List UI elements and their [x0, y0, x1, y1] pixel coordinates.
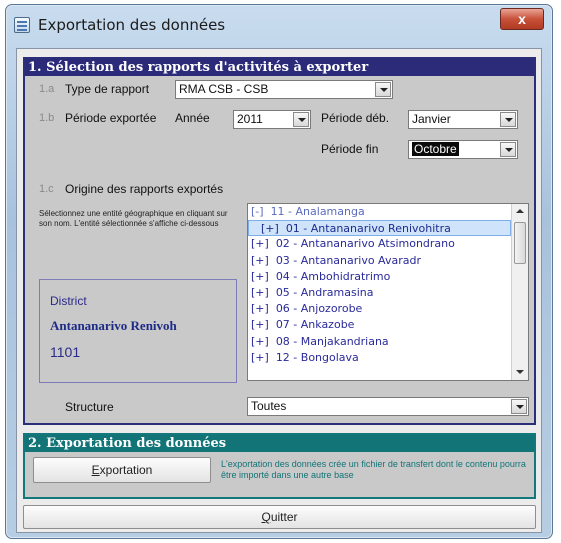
- tree-item[interactable]: [+] 04 - Ambohidratrimo: [248, 269, 511, 285]
- scroll-down-icon[interactable]: [512, 364, 528, 380]
- dialog-body: 1. Sélection des rapports d'activités à …: [16, 48, 542, 533]
- report-selection-section: 1. Sélection des rapports d'activités à …: [23, 57, 536, 425]
- step-1b: 1.b: [39, 112, 55, 124]
- period-end-label: Période fin: [321, 142, 379, 156]
- tree-item-label: 07 - Ankazobe: [275, 318, 355, 332]
- quit-button-label: Quitter: [261, 510, 298, 524]
- step-1c: 1.c: [39, 183, 54, 195]
- geo-tree[interactable]: [-] 11 - Analamanga [+] 01 - Antananarivo R…: [247, 203, 529, 381]
- tree-item-label: 01 - Antananarivo Renivohitra: [285, 222, 451, 236]
- tree-item[interactable]: [+] 03 - Antananarivo Avaradr: [248, 253, 511, 269]
- tree-item[interactable]: [+] 12 - Bongolava: [248, 350, 511, 366]
- tree-item[interactable]: [+] 02 - Antananarivo Atsimondrano: [248, 236, 511, 252]
- report-type-value: RMA CSB - CSB: [179, 82, 269, 96]
- export-button[interactable]: Exportation: [33, 457, 211, 483]
- year-select[interactable]: 2011: [233, 110, 311, 129]
- tree-item-label: 02 - Antananarivo Atsimondrano: [275, 237, 455, 251]
- window-title: Exportation des données: [38, 16, 226, 34]
- district-label: District: [50, 294, 87, 308]
- structure-value: Toutes: [251, 399, 287, 413]
- expand-toggle-icon[interactable]: [+]: [251, 318, 269, 331]
- app-icon: [14, 17, 30, 33]
- chevron-down-icon[interactable]: [375, 82, 391, 97]
- tree-item-label: 06 - Anjozorobe: [275, 302, 363, 316]
- period-start-select[interactable]: Janvier: [408, 110, 518, 129]
- origin-help-text: Sélectionnez une entité géographique en …: [39, 209, 228, 228]
- district-name: Antananarivo Renivoh: [50, 318, 177, 333]
- tree-item-label: 11 - Analamanga: [270, 205, 365, 218]
- expand-toggle-icon[interactable]: [+]: [251, 335, 269, 348]
- expand-toggle-icon[interactable]: [+]: [251, 270, 269, 283]
- export-note: L'exportation des données crée un fichie…: [221, 459, 526, 480]
- geo-tree-items: [-] 11 - Analamanga [+] 01 - Antananarivo R…: [248, 204, 511, 380]
- export-section: 2. Exportation des données Exportation L…: [23, 433, 536, 499]
- tree-item[interactable]: [+] 06 - Anjozorobe: [248, 301, 511, 317]
- expand-toggle-icon[interactable]: [+]: [251, 302, 269, 315]
- chevron-down-icon[interactable]: [511, 399, 527, 414]
- tree-item[interactable]: [+] 08 - Manjakandriana: [248, 334, 511, 350]
- period-start-label: Période déb.: [321, 111, 390, 125]
- expand-toggle-icon[interactable]: [+]: [251, 237, 269, 250]
- expand-toggle-icon[interactable]: [+]: [251, 351, 269, 364]
- tree-item-label: 03 - Antananarivo Avaradr: [275, 253, 421, 267]
- chevron-down-icon[interactable]: [293, 112, 309, 127]
- export-window: Exportation des données x 1. Sélection d…: [5, 4, 553, 539]
- period-end-select[interactable]: Octobre: [408, 140, 518, 159]
- tree-item-label: 08 - Manjakandriana: [275, 334, 389, 348]
- title-bar[interactable]: Exportation des données x: [6, 5, 552, 47]
- year-value: 2011: [237, 112, 263, 126]
- year-label: Année: [175, 111, 210, 125]
- scroll-up-icon[interactable]: [512, 204, 528, 220]
- structure-label: Structure: [65, 400, 114, 414]
- report-type-select[interactable]: RMA CSB - CSB: [175, 80, 393, 99]
- tree-item[interactable]: [+] 05 - Andramasina: [248, 285, 511, 301]
- selected-entity-box: District Antananarivo Renivoh 1101: [39, 279, 237, 383]
- tree-item[interactable]: [+] 07 - Ankazobe: [248, 317, 511, 333]
- chevron-down-icon[interactable]: [500, 142, 516, 157]
- step-1a: 1.a: [39, 83, 55, 95]
- chevron-down-icon[interactable]: [500, 112, 516, 127]
- period-end-value: Octobre: [412, 142, 459, 156]
- expand-toggle-icon[interactable]: [-]: [251, 205, 264, 218]
- quit-button[interactable]: Quitter: [23, 505, 536, 529]
- expand-toggle-icon[interactable]: [+]: [251, 286, 269, 299]
- section1-header: 1. Sélection des rapports d'activités à …: [25, 59, 534, 76]
- tree-item-label: 05 - Andramasina: [275, 285, 374, 299]
- tree-item[interactable]: [+] 01 - Antananarivo Renivohitra: [248, 220, 511, 237]
- report-type-label: Type de rapport: [65, 82, 150, 96]
- expand-toggle-icon[interactable]: [+]: [261, 222, 279, 235]
- origin-label: Origine des rapports exportés: [65, 182, 224, 196]
- section2-header: 2. Exportation des données: [25, 435, 534, 452]
- structure-select[interactable]: Toutes: [247, 397, 529, 416]
- close-button[interactable]: x: [500, 8, 544, 30]
- tree-item[interactable]: [-] 11 - Analamanga: [248, 204, 511, 220]
- export-button-label: Exportation: [91, 463, 153, 477]
- tree-scrollbar[interactable]: [511, 204, 528, 380]
- tree-item-label: 04 - Ambohidratrimo: [275, 269, 391, 283]
- tree-item-label: 12 - Bongolava: [275, 350, 359, 364]
- period-start-value: Janvier: [412, 112, 451, 126]
- expand-toggle-icon[interactable]: [+]: [251, 254, 269, 267]
- district-code: 1101: [50, 344, 81, 360]
- period-label: Période exportée: [65, 111, 157, 125]
- scroll-thumb[interactable]: [514, 222, 526, 264]
